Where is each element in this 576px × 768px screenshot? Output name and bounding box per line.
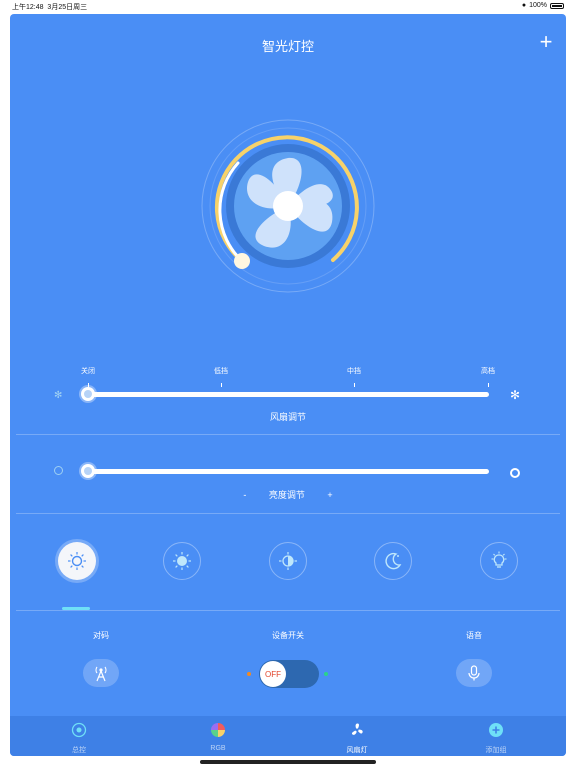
voice-button[interactable] xyxy=(456,659,492,687)
power-switch[interactable]: OFF xyxy=(259,660,319,688)
plus-icon: + xyxy=(539,29,553,54)
fan-small-icon: ✻ xyxy=(54,390,63,401)
tab-bar: 总控 RGB 风扇灯 添加组 xyxy=(10,716,566,756)
divider xyxy=(16,513,560,514)
power-switch-knob: OFF xyxy=(260,661,286,687)
page-title: 智光灯控 xyxy=(261,39,314,54)
wifi-icon: ● xyxy=(521,2,527,9)
color-wheel-icon xyxy=(211,723,225,737)
sun-half-icon xyxy=(279,552,297,570)
on-indicator-led xyxy=(324,672,328,676)
voice-label: 语音 xyxy=(466,631,482,640)
sun-solid-icon xyxy=(173,552,191,570)
status-right: ● 100% xyxy=(522,2,564,9)
brightness-plus-button[interactable]: + xyxy=(327,490,332,500)
tab-label: 总控 xyxy=(72,747,86,754)
divider xyxy=(16,434,560,435)
battery-percent: 100% xyxy=(529,2,547,9)
fan-slider-caption: 风扇调节 xyxy=(269,412,306,422)
tick-label-low: 低挡 xyxy=(214,368,228,375)
divider xyxy=(16,610,560,611)
mode-button-5[interactable] xyxy=(480,542,518,580)
tab-label: 添加组 xyxy=(485,747,507,754)
fan-slider-area: 关闭 低挡 中挡 高档 ✻ ✻ 风扇调节 xyxy=(10,366,566,436)
bright-icon xyxy=(510,468,520,478)
fan-dial-graphic xyxy=(201,119,375,293)
off-indicator-led xyxy=(247,672,251,676)
home-indicator xyxy=(200,760,376,764)
battery-icon xyxy=(550,2,564,9)
tab-control[interactable]: 总控 xyxy=(39,722,119,755)
microphone-icon xyxy=(468,665,480,681)
fan-icon xyxy=(351,723,363,735)
dim-icon xyxy=(54,466,63,475)
tick-label-mid: 中挡 xyxy=(347,368,361,375)
tick-label-high: 高档 xyxy=(481,368,495,375)
tick-mark xyxy=(221,383,222,387)
tab-rgb[interactable]: RGB xyxy=(178,722,258,752)
dial-handle[interactable] xyxy=(234,253,250,269)
app-screen: 智光灯控 + 关闭 低挡 中挡 高档 ✻ ✻ 风扇调节 - 亮度调节 + 对码 … xyxy=(10,14,566,756)
mode-button-3[interactable] xyxy=(269,542,307,580)
add-button[interactable]: + xyxy=(536,29,556,54)
brightness-minus-button[interactable]: - xyxy=(243,490,246,500)
status-time-date: 上午12:48 3月25日周三 xyxy=(12,4,88,11)
fan-slider-track[interactable] xyxy=(88,392,489,397)
status-bar: 上午12:48 3月25日周三 ● 100% xyxy=(0,0,576,12)
tick-label-off: 关闭 xyxy=(81,368,95,375)
add-circle-icon xyxy=(489,723,503,737)
sun-outline-icon xyxy=(68,552,86,570)
tab-label: 风扇灯 xyxy=(346,747,368,754)
antenna-icon xyxy=(95,666,107,682)
bulb-icon xyxy=(491,551,507,568)
power-label: 设备开关 xyxy=(272,631,304,640)
tab-fan-light[interactable]: 风扇灯 xyxy=(317,722,397,755)
tab-add-group[interactable]: 添加组 xyxy=(456,722,536,755)
brightness-slider-track[interactable] xyxy=(88,469,489,474)
brightness-slider-area: - 亮度调节 + xyxy=(10,460,566,510)
mode-button-4[interactable] xyxy=(374,542,412,580)
fan-slider-thumb[interactable] xyxy=(81,387,95,401)
fan-dial[interactable] xyxy=(200,118,376,294)
fan-large-icon: ✻ xyxy=(510,388,521,402)
brightness-slider-thumb[interactable] xyxy=(81,464,95,478)
mode-button-1[interactable] xyxy=(58,542,96,580)
control-icon xyxy=(71,722,87,738)
mode-button-2[interactable] xyxy=(163,542,201,580)
brightness-caption: - 亮度调节 + xyxy=(243,490,333,500)
pair-button[interactable] xyxy=(83,659,119,687)
tab-label: RGB xyxy=(210,745,226,752)
tick-mark xyxy=(488,383,489,387)
pair-label: 对码 xyxy=(93,631,109,640)
tick-mark xyxy=(354,383,355,387)
moon-icon xyxy=(385,552,402,570)
